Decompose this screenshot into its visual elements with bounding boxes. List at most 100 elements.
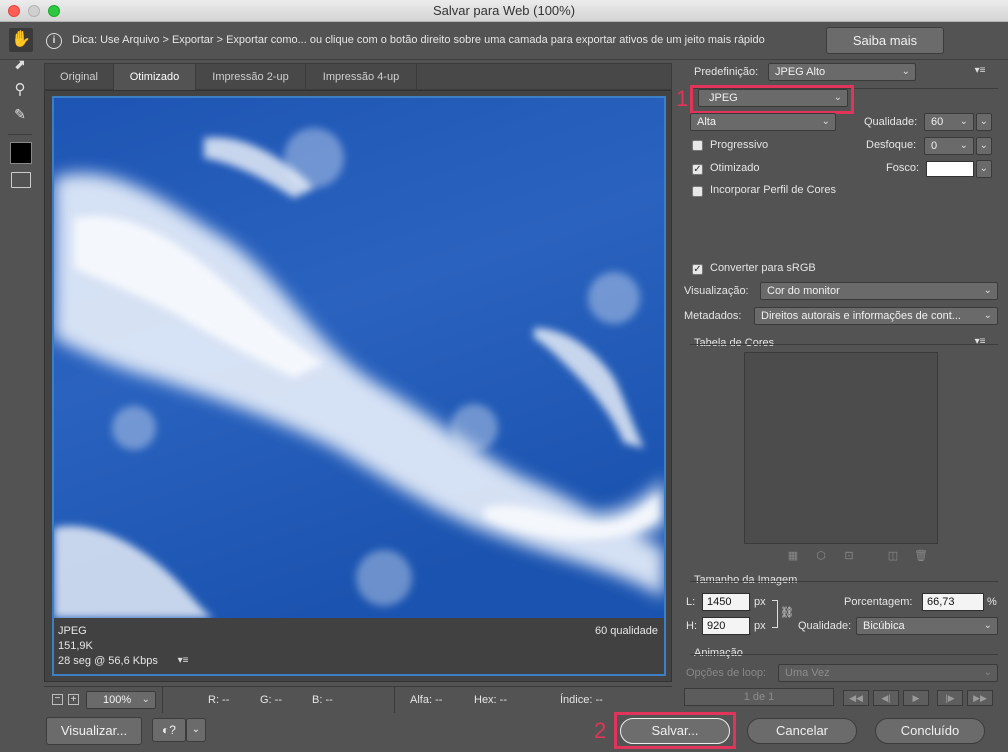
learn-more-button[interactable]: Saiba mais bbox=[826, 27, 944, 54]
tab-2-up[interactable]: Impressão 2-up bbox=[196, 64, 306, 90]
new-color-icon: ◫ bbox=[887, 550, 899, 562]
chevron-down-icon: ⌄ bbox=[983, 285, 992, 296]
zoom-level-value: 100% bbox=[103, 694, 132, 706]
preset-label: Predefinição: bbox=[694, 66, 759, 78]
preview-size-text: 151,9K bbox=[58, 640, 93, 652]
progressive-label: Progressivo bbox=[710, 139, 769, 151]
preview-mode-select[interactable]: Cor do monitor ⌄ bbox=[760, 282, 998, 300]
matte-dropdown-button[interactable]: ⌄ bbox=[976, 160, 992, 178]
lock-icon: ⊡ bbox=[844, 550, 854, 562]
percent-sign: % bbox=[987, 596, 997, 608]
metadata-label: Metadados: bbox=[684, 310, 742, 322]
first-frame-button[interactable]: ◀◀ bbox=[843, 690, 869, 706]
quality-level-select[interactable]: Alta ⌄ bbox=[690, 113, 836, 131]
convert-srgb-label: Converter para sRGB bbox=[710, 262, 816, 274]
metadata-value: Direitos autorais e informações de cont.… bbox=[761, 310, 961, 322]
loop-options-label: Opções de loop: bbox=[686, 667, 767, 679]
minimize-window-button[interactable] bbox=[28, 5, 40, 17]
chevron-down-icon: ⌄ bbox=[983, 310, 992, 321]
blur-input[interactable]: 0 ⌄ bbox=[924, 137, 974, 155]
zoom-out-icon[interactable]: − bbox=[52, 694, 63, 705]
last-frame-button[interactable]: ▶▶ bbox=[967, 690, 993, 706]
tab-optimized[interactable]: Otimizado bbox=[114, 64, 196, 90]
height-label: H: bbox=[686, 620, 697, 632]
frame-counter: 1 de 1 bbox=[684, 688, 834, 706]
toolbox: ✋ ⬈ ⚲ ✎ bbox=[0, 22, 38, 202]
width-input[interactable]: 1450 bbox=[702, 593, 750, 611]
color-table bbox=[744, 352, 938, 544]
next-frame-button[interactable]: |▶ bbox=[937, 690, 963, 706]
previous-frame-button[interactable]: ◀| bbox=[873, 690, 899, 706]
file-format-select[interactable]: JPEG ⌄ bbox=[698, 89, 848, 107]
browser-icon[interactable]: ◐? bbox=[152, 718, 186, 742]
loop-options-select[interactable]: Uma Vez ⌄ bbox=[778, 664, 998, 682]
progressive-checkbox[interactable] bbox=[692, 140, 703, 151]
preview-in-browser-button[interactable]: Visualizar... bbox=[46, 717, 142, 745]
embed-color-profile-checkbox[interactable] bbox=[692, 186, 703, 197]
quality-dropdown-button[interactable]: ⌄ bbox=[976, 113, 992, 131]
height-input[interactable]: 920 bbox=[702, 617, 750, 635]
preset-value: JPEG Alto bbox=[775, 66, 826, 78]
red-value: R: -- bbox=[208, 694, 230, 706]
optimized-label: Otimizado bbox=[710, 162, 760, 174]
quality-input[interactable]: 60 ⌄ bbox=[924, 113, 974, 131]
optimized-checkbox[interactable]: ✓ bbox=[692, 164, 703, 175]
annotation-number-2: 2 bbox=[594, 718, 607, 743]
cancel-button[interactable]: Cancelar bbox=[747, 718, 857, 744]
chevron-down-icon: ⌄ bbox=[979, 163, 988, 174]
animation-label: Animação bbox=[694, 647, 743, 659]
info-icon: i bbox=[46, 33, 62, 49]
preview-quality-text: 60 qualidade bbox=[594, 625, 658, 637]
download-speed-menu-icon[interactable]: ▾≡ bbox=[174, 655, 192, 666]
preview-mode-value: Cor do monitor bbox=[767, 285, 840, 297]
percent-label: Porcentagem: bbox=[844, 596, 913, 608]
width-label: L: bbox=[686, 596, 696, 608]
zoom-in-icon[interactable]: + bbox=[68, 694, 79, 705]
eyedropper-tool-icon[interactable]: ✎ bbox=[10, 106, 30, 126]
blur-dropdown-button[interactable]: ⌄ bbox=[976, 137, 992, 155]
sky-image bbox=[54, 98, 664, 618]
chevron-down-icon: ⌄ bbox=[979, 140, 988, 151]
status-bar: − + 100% ⌄ R: -- G: -- B: -- Alfa: -- Hex… bbox=[44, 686, 672, 713]
save-button[interactable]: Salvar... bbox=[620, 718, 730, 744]
preset-select[interactable]: JPEG Alto ⌄ bbox=[768, 63, 916, 81]
percent-input[interactable]: 66,73 bbox=[922, 593, 984, 611]
metadata-select[interactable]: Direitos autorais e informações de cont.… bbox=[754, 307, 998, 325]
hand-tool-icon[interactable]: ✋ bbox=[9, 28, 33, 52]
tab-original[interactable]: Original bbox=[45, 64, 114, 90]
zoom-window-button[interactable] bbox=[48, 5, 60, 17]
panel-menu-icon[interactable]: ▾≡ bbox=[970, 65, 990, 76]
alpha-value: Alfa: -- bbox=[410, 694, 443, 706]
play-button[interactable]: ▶ bbox=[903, 690, 929, 706]
height-unit: px bbox=[754, 620, 766, 632]
window-title: Salvar para Web (100%) bbox=[432, 3, 576, 18]
image-size-label: Tamanho da Imagem bbox=[694, 574, 798, 586]
chevron-down-icon: ⌄ bbox=[833, 92, 842, 103]
file-format-value: JPEG bbox=[709, 92, 738, 104]
color-table-menu-icon[interactable]: ▾≡ bbox=[970, 336, 990, 347]
tab-4-up[interactable]: Impressão 4-up bbox=[306, 64, 417, 90]
cube-icon: ⬡ bbox=[816, 550, 826, 562]
chevron-down-icon: ⌄ bbox=[983, 620, 992, 631]
browser-menu-chevron-down-icon[interactable]: ⌄ bbox=[186, 718, 206, 742]
chevron-down-icon: ⌄ bbox=[141, 694, 150, 705]
hex-value: Hex: -- bbox=[474, 694, 507, 706]
toggle-slices-icon[interactable] bbox=[11, 172, 31, 188]
zoom-level-select[interactable]: 100% ⌄ bbox=[86, 691, 156, 709]
trash-icon: 🗑 bbox=[914, 550, 928, 562]
link-chain-icon[interactable]: ⛓ bbox=[780, 606, 794, 619]
slice-select-tool-icon[interactable]: ⬈ bbox=[10, 56, 30, 76]
matte-label: Fosco: bbox=[886, 162, 920, 174]
hint-bar: i Dica: Use Arquivo > Exportar > Exporta… bbox=[0, 22, 1008, 60]
zoom-tool-icon[interactable]: ⚲ bbox=[10, 80, 30, 100]
optimized-preview-frame[interactable]: JPEG 151,9K 28 seg @ 56,6 Kbps ▾≡ 60 qua… bbox=[52, 96, 666, 676]
close-window-button[interactable] bbox=[8, 5, 20, 17]
resample-select[interactable]: Bicúbica ⌄ bbox=[856, 617, 998, 635]
quality-level-value: Alta bbox=[697, 116, 716, 128]
done-button[interactable]: Concluído bbox=[875, 718, 985, 744]
convert-srgb-checkbox[interactable]: ✓ bbox=[692, 264, 703, 275]
eyedropper-color-swatch[interactable] bbox=[10, 142, 32, 164]
chevron-down-icon: ⌄ bbox=[983, 667, 992, 678]
preview-format-text: JPEG bbox=[58, 625, 87, 637]
matte-color-swatch[interactable] bbox=[926, 161, 974, 177]
